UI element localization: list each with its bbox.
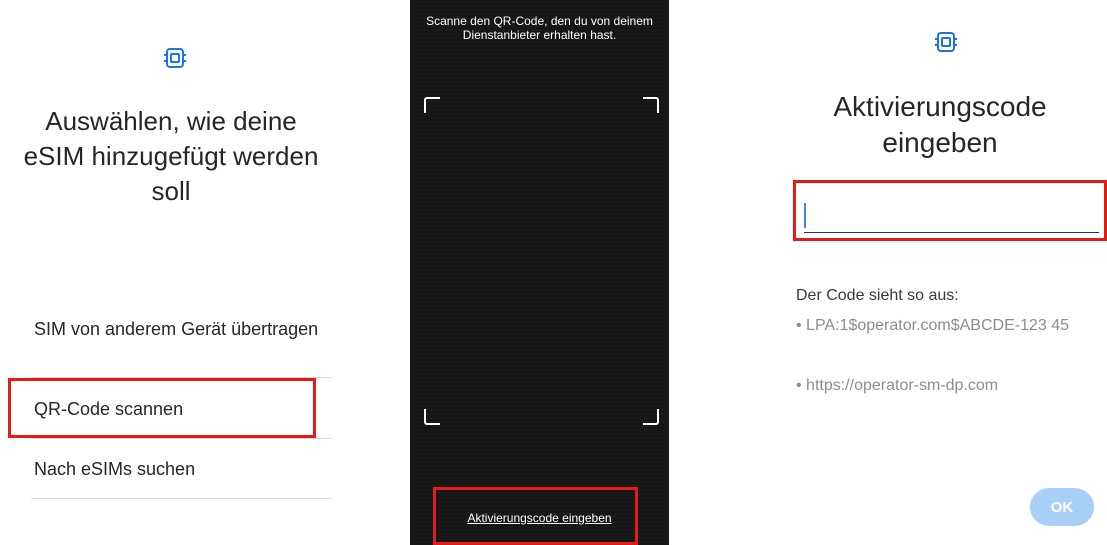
activation-code-screen: Aktivierungscode eingeben Der Code sieht… [770,0,1107,545]
divider [31,438,332,439]
viewfinder-corner-top-left [424,97,440,113]
esim-card-icon [935,31,957,53]
highlight-activation-code-link [433,487,638,545]
highlight-activation-code-input [793,180,1107,241]
code-format-example: • https://operator-sm-dp.com [796,377,999,394]
qr-scanner-screen: Scanne den QR-Code, den du von deinem Di… [410,0,669,545]
option-transfer-sim[interactable]: SIM von anderem Gerät übertragen [34,318,332,341]
page-title: Aktivierungscode eingeben [833,91,1047,158]
viewfinder-corner-top-right [643,97,659,113]
viewfinder-corner-bottom-right [643,409,659,425]
divider [31,498,332,499]
add-method-screen: Auswählen, wie deine eSIM hinzugefügt we… [0,0,345,545]
ok-button[interactable]: OK [1030,488,1094,526]
esim-card-icon [164,47,186,69]
option-search-esims[interactable]: Nach eSIMs suchen [34,458,332,481]
highlight-scan-qr-option [8,378,316,438]
scan-instruction: Scanne den QR-Code, den du von deinem Di… [426,14,653,42]
page-title: Auswählen, wie deine eSIM hinzugefügt we… [23,106,319,206]
code-format-example: • LPA:1$operator.com$ABCDE-123 45 [796,317,1070,334]
code-format-hint-title: Der Code sieht so aus: [796,287,959,304]
viewfinder-corner-bottom-left [424,409,440,425]
